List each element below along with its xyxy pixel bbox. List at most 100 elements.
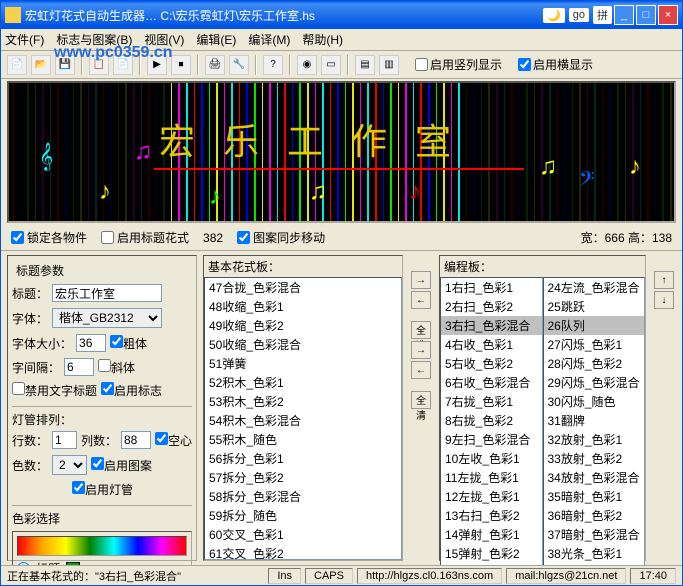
gradient-bar[interactable] — [17, 536, 187, 556]
use-logo-check[interactable]: 启用标志 — [101, 382, 162, 399]
list-item[interactable]: 4右收_色彩1 — [441, 335, 542, 354]
tb-y1-icon[interactable]: ▤ — [355, 55, 375, 75]
maximize-button[interactable]: □ — [636, 5, 656, 25]
basic-style-label: 基本花式板： — [204, 256, 402, 277]
ime-badge-3[interactable]: 拼 — [593, 6, 612, 24]
list-item[interactable]: 8右拢_色彩2 — [441, 411, 542, 430]
menu-compile[interactable]: 编译(M) — [248, 31, 290, 48]
move-right-button[interactable]: → — [411, 271, 431, 289]
list-item[interactable]: 53积木_色彩2 — [205, 392, 401, 411]
list-item[interactable]: 6右收_色彩混合 — [441, 373, 542, 392]
list-item[interactable]: 3右扫_色彩混合 — [441, 316, 542, 335]
list-item[interactable]: 12左拢_色彩1 — [441, 487, 542, 506]
vertical-display-check[interactable]: 启用竖列显示 — [415, 56, 502, 73]
list-item[interactable]: 2右扫_色彩2 — [441, 297, 542, 316]
list-item[interactable]: 58拆分_色彩混合 — [205, 487, 401, 506]
title-style-check[interactable]: 启用标题花式 — [101, 229, 189, 246]
list-item[interactable]: 49收缩_色彩2 — [205, 316, 401, 335]
list-item[interactable]: 54积木_色彩混合 — [205, 411, 401, 430]
list-item[interactable]: 11左拢_色彩1 — [441, 468, 542, 487]
tb-new-icon[interactable]: 📄 — [7, 55, 27, 75]
list-item[interactable]: 14弹射_色彩1 — [441, 525, 542, 544]
tb-x1-icon[interactable]: ◉ — [297, 55, 317, 75]
list-item[interactable]: 31翻牌 — [544, 411, 645, 430]
bold-check[interactable]: 粗体 — [110, 335, 147, 352]
select-all-button[interactable]: 全选 — [411, 321, 431, 339]
list-item[interactable]: 7右拢_色彩1 — [441, 392, 542, 411]
list-item[interactable]: 35暗射_色彩1 — [544, 487, 645, 506]
tb-open-icon[interactable]: 📂 — [31, 55, 51, 75]
list-item[interactable]: 61交叉_色彩2 — [205, 544, 401, 560]
clear-all-button[interactable]: 全清 — [411, 391, 431, 409]
size-input[interactable] — [76, 334, 106, 352]
list-item[interactable]: 47合拢_色彩混合 — [205, 278, 401, 297]
basic-style-list[interactable]: 47合拢_色彩混合48收缩_色彩149收缩_色彩250收缩_色彩混合51弹簧52… — [204, 277, 402, 560]
menu-help[interactable]: 帮助(H) — [302, 31, 343, 48]
list-item[interactable]: 34放射_色彩混合 — [544, 468, 645, 487]
list-item[interactable]: 15弹射_色彩2 — [441, 544, 542, 563]
list-item[interactable]: 50收缩_色彩混合 — [205, 335, 401, 354]
list-item[interactable]: 51弹簧 — [205, 354, 401, 373]
use-pattern-check[interactable]: 启用图案 — [91, 457, 152, 474]
italic-check[interactable]: 斜体 — [98, 359, 135, 376]
move-right2-button[interactable]: → — [411, 341, 431, 359]
list-item[interactable]: 56拆分_色彩1 — [205, 449, 401, 468]
list-item[interactable]: 36暗射_色彩2 — [544, 506, 645, 525]
list-item[interactable]: 5右收_色彩2 — [441, 354, 542, 373]
list-item[interactable]: 38光条_色彩1 — [544, 544, 645, 563]
list-item[interactable]: 30闪烁_随色 — [544, 392, 645, 411]
hollow-check[interactable]: 空心 — [155, 432, 192, 449]
list-item[interactable]: 37暗射_色彩混合 — [544, 525, 645, 544]
list-item[interactable]: 59拆分_随色 — [205, 506, 401, 525]
horizontal-display-check[interactable]: 启用横显示 — [518, 56, 593, 73]
move-up-button[interactable]: ↑ — [654, 271, 674, 289]
list-item[interactable]: 48收缩_色彩1 — [205, 297, 401, 316]
ime-badge[interactable]: 🌙 — [543, 8, 565, 23]
note-icon: ♪ — [409, 178, 421, 206]
list-item[interactable]: 33放射_色彩2 — [544, 449, 645, 468]
title-input[interactable] — [52, 284, 162, 302]
list-item[interactable]: 9左扫_色彩混合 — [441, 430, 542, 449]
cols-input[interactable] — [121, 431, 151, 449]
right-panel: 编程板： 1右扫_色彩12右扫_色彩23右扫_色彩混合4右收_色彩15右收_色彩… — [439, 255, 646, 561]
lock-check[interactable]: 锁定各物件 — [11, 229, 87, 246]
spacing-input[interactable] — [64, 358, 94, 376]
sync-move-check[interactable]: 图案同步移动 — [237, 229, 325, 246]
list-item[interactable]: 29闪烁_色彩混合 — [544, 373, 645, 392]
list-item[interactable]: 1右扫_色彩1 — [441, 278, 542, 297]
tb-x2-icon[interactable]: ▭ — [321, 55, 341, 75]
list-item[interactable]: 32放射_色彩1 — [544, 430, 645, 449]
list-item[interactable]: 10左收_色彩1 — [441, 449, 542, 468]
move-down-button[interactable]: ↓ — [654, 291, 674, 309]
menu-edit[interactable]: 编辑(E) — [196, 31, 236, 48]
tb-print-icon[interactable]: 🖨 — [205, 55, 225, 75]
program-list-col1[interactable]: 1右扫_色彩12右扫_色彩23右扫_色彩混合4右收_色彩15右收_色彩26右收_… — [440, 277, 543, 565]
tb-y2-icon[interactable]: ▥ — [379, 55, 399, 75]
disable-text-check[interactable]: 禁用文字标题 — [12, 382, 97, 399]
close-button[interactable]: × — [658, 5, 678, 25]
list-item[interactable]: 57拆分_色彩2 — [205, 468, 401, 487]
list-item[interactable]: 24左流_色彩混合 — [544, 278, 645, 297]
ime-badge-2[interactable]: go — [569, 8, 589, 22]
font-select[interactable]: 楷体_GB2312 — [52, 308, 162, 328]
list-item[interactable]: 27闪烁_色彩1 — [544, 335, 645, 354]
list-item[interactable]: 55积木_随色 — [205, 430, 401, 449]
tb-help-icon[interactable]: ? — [263, 55, 283, 75]
list-item[interactable]: 26队列 — [544, 316, 645, 335]
minimize-button[interactable]: _ — [614, 5, 634, 25]
list-item[interactable]: 52积木_色彩1 — [205, 373, 401, 392]
menu-file[interactable]: 文件(F) — [5, 31, 44, 48]
use-tube-check[interactable]: 启用灯管 — [72, 481, 133, 498]
colors-select[interactable]: 2 — [52, 455, 87, 475]
move-left2-button[interactable]: ← — [411, 361, 431, 379]
tb-tool-icon[interactable]: 🔧 — [229, 55, 249, 75]
program-list-col2[interactable]: 24左流_色彩混合25跳跃26队列27闪烁_色彩128闪烁_色彩229闪烁_色彩… — [543, 277, 646, 565]
move-left-button[interactable]: ← — [411, 291, 431, 309]
list-item[interactable]: 25跳跃 — [544, 297, 645, 316]
tb-stop-icon[interactable]: ⏹ — [171, 55, 191, 75]
rows-input[interactable] — [52, 431, 77, 449]
list-item[interactable]: 60交叉_色彩1 — [205, 525, 401, 544]
controls-bar: 锁定各物件 启用标题花式 382 图案同步移动 宽：666 高：138 — [1, 225, 682, 251]
list-item[interactable]: 13右扫_色彩2 — [441, 506, 542, 525]
list-item[interactable]: 28闪烁_色彩2 — [544, 354, 645, 373]
